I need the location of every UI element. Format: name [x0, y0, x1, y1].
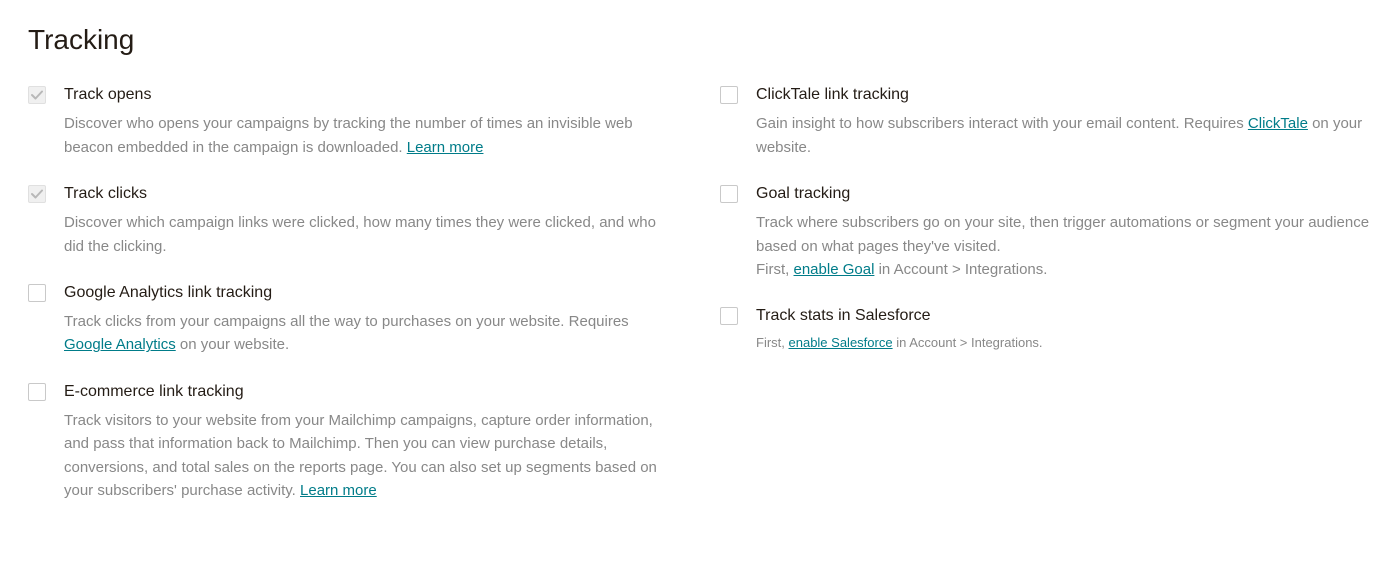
enable-salesforce-link[interactable]: enable Salesforce	[789, 335, 893, 350]
option-description: Discover which campaign links were click…	[64, 211, 680, 258]
enable-goal-link[interactable]: enable Goal	[794, 261, 875, 278]
check-icon	[31, 188, 43, 200]
checkbox-google-analytics[interactable]	[28, 284, 46, 302]
option-goal-tracking: Goal tracking Track where subscribers go…	[720, 183, 1372, 281]
option-title: Google Analytics link tracking	[64, 282, 680, 304]
tracking-options: Track opens Discover who opens your camp…	[28, 84, 1372, 526]
option-title: Goal tracking	[756, 183, 1372, 205]
checkbox-track-clicks	[28, 185, 46, 203]
option-description: Gain insight to how subscribers interact…	[756, 112, 1372, 159]
option-title: E-commerce link tracking	[64, 381, 680, 403]
option-track-clicks: Track clicks Discover which campaign lin…	[28, 183, 680, 258]
option-description: Discover who opens your campaigns by tra…	[64, 112, 680, 159]
left-column: Track opens Discover who opens your camp…	[28, 84, 680, 526]
checkbox-ecommerce[interactable]	[28, 383, 46, 401]
right-column: ClickTale link tracking Gain insight to …	[720, 84, 1372, 526]
option-description: Track where subscribers go on your site,…	[756, 211, 1372, 281]
checkbox-clicktale[interactable]	[720, 86, 738, 104]
learn-more-link[interactable]: Learn more	[407, 139, 484, 156]
option-title: Track opens	[64, 84, 680, 106]
page-title: Tracking	[28, 24, 1372, 56]
check-icon	[31, 89, 43, 101]
option-description: Track visitors to your website from your…	[64, 409, 680, 502]
checkbox-goal-tracking[interactable]	[720, 185, 738, 203]
option-description: Track clicks from your campaigns all the…	[64, 310, 680, 357]
option-track-opens: Track opens Discover who opens your camp…	[28, 84, 680, 159]
google-analytics-link[interactable]: Google Analytics	[64, 336, 176, 353]
option-title: Track stats in Salesforce	[756, 305, 1372, 327]
option-title: Track clicks	[64, 183, 680, 205]
option-clicktale: ClickTale link tracking Gain insight to …	[720, 84, 1372, 159]
option-title: ClickTale link tracking	[756, 84, 1372, 106]
option-description: First, enable Salesforce in Account > In…	[756, 333, 1372, 353]
learn-more-link[interactable]: Learn more	[300, 482, 377, 499]
checkbox-salesforce[interactable]	[720, 307, 738, 325]
option-salesforce: Track stats in Salesforce First, enable …	[720, 305, 1372, 354]
option-google-analytics: Google Analytics link tracking Track cli…	[28, 282, 680, 357]
option-ecommerce: E-commerce link tracking Track visitors …	[28, 381, 680, 502]
checkbox-track-opens	[28, 86, 46, 104]
clicktale-link[interactable]: ClickTale	[1248, 115, 1308, 132]
